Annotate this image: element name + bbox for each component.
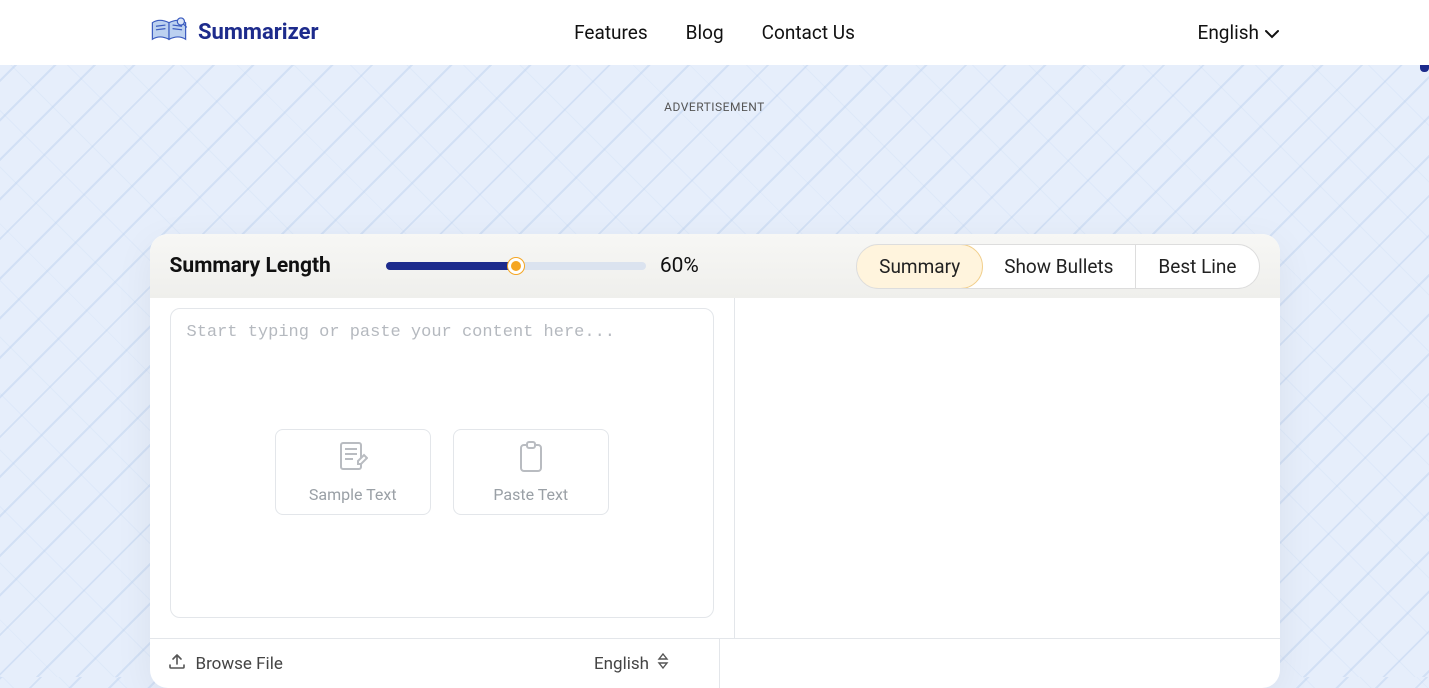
sample-text-label: Sample Text — [309, 485, 397, 504]
browse-file-label: Browse File — [196, 654, 283, 674]
card-controls-row: Summary Length 60% Summary Show Bullets … — [150, 234, 1280, 298]
tab-show-bullets[interactable]: Show Bullets — [982, 245, 1136, 288]
input-helpers: Sample Text Paste Text — [171, 429, 714, 515]
summary-length-slider[interactable] — [386, 262, 646, 270]
output-pane — [735, 298, 1280, 638]
language-bottom-label: English — [594, 654, 649, 674]
sort-icon — [657, 653, 669, 674]
advertisement-label: ADVERTISEMENT — [0, 100, 1429, 114]
mode-tabs: Summary Show Bullets Best Line — [856, 244, 1259, 289]
upload-icon — [168, 652, 186, 675]
paste-text-button[interactable]: Paste Text — [453, 429, 609, 515]
card-bottom-bar: Browse File English — [150, 638, 1280, 688]
tab-summary[interactable]: Summary — [856, 244, 983, 289]
clipboard-icon — [516, 441, 546, 477]
input-pane: Sample Text Paste Text — [150, 298, 736, 638]
tab-best-line[interactable]: Best Line — [1136, 245, 1258, 288]
document-pencil-icon — [338, 441, 368, 477]
slider-thumb[interactable] — [508, 258, 524, 274]
sample-text-button[interactable]: Sample Text — [275, 429, 431, 515]
main-nav: Features Blog Contact Us — [574, 21, 855, 44]
input-container: Sample Text Paste Text — [170, 308, 715, 618]
nav-blog[interactable]: Blog — [686, 21, 724, 44]
chevron-down-icon — [1265, 21, 1279, 44]
summarizer-card: Summary Length 60% Summary Show Bullets … — [150, 234, 1280, 688]
brand-book-icon — [150, 17, 188, 49]
summary-length-label: Summary Length — [170, 254, 331, 278]
slider-fill — [386, 262, 516, 270]
summary-length-value: 60% — [660, 254, 699, 278]
brand[interactable]: Summarizer — [150, 17, 319, 49]
workarea: Sample Text Paste Text — [150, 298, 1280, 638]
language-selector-bottom[interactable]: English — [594, 653, 669, 674]
language-selector-top[interactable]: English — [1198, 21, 1279, 44]
language-selector-label: English — [1198, 21, 1259, 44]
top-navbar: Summarizer Features Blog Contact Us Engl… — [0, 0, 1429, 65]
paste-text-label: Paste Text — [493, 485, 568, 504]
nav-contact[interactable]: Contact Us — [762, 21, 855, 44]
nav-features[interactable]: Features — [574, 21, 648, 44]
summary-length-slider-wrap: 60% — [386, 254, 699, 278]
brand-name: Summarizer — [198, 20, 319, 45]
browse-file-button[interactable]: Browse File — [168, 652, 283, 675]
